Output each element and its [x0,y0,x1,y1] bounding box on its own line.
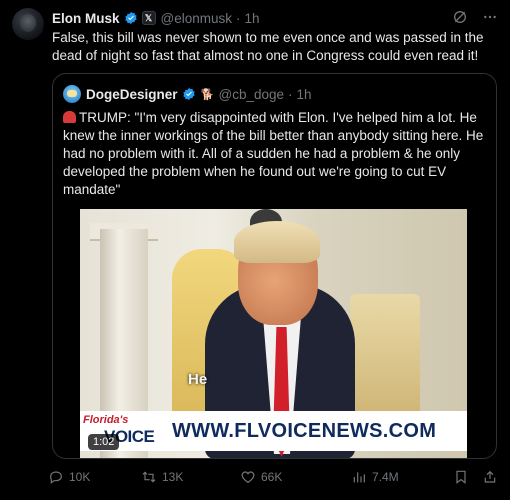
verified-badge-icon [124,11,137,25]
heart-icon [241,471,255,484]
reply-count: 10K [69,470,91,484]
post-time[interactable]: 1h [245,11,260,26]
more-options-icon[interactable] [482,9,498,25]
logo-text-top: Florida's [83,414,129,426]
repost-count: 13K [162,470,184,484]
bookmark-icon [456,470,466,484]
repost-icon [142,471,156,483]
siren-icon [63,111,76,123]
like-button[interactable]: 66K [240,469,282,485]
doge-emoji-icon: 🐕 [200,88,215,101]
action-bar: 10K 13K 66K 7.4M [48,469,498,487]
tweet-header: Elon Musk 𝕏 @elonmusk · 1h [52,9,498,27]
verified-badge-icon [182,87,195,101]
chair-right [350,294,420,424]
quote-author-handle[interactable]: @cb_doge [219,87,285,102]
quote-text: TRUMP: "I'm very disappointed with Elon.… [63,109,488,199]
bookmark-button[interactable] [453,469,474,485]
repost-button[interactable]: 13K [141,469,183,485]
x-affiliate-icon: 𝕏 [141,11,156,25]
quote-text-body: TRUMP: "I'm very disappointed with Elon.… [63,110,484,197]
analytics-icon [353,472,365,483]
tweet-text: False, this bill was never shown to me e… [52,30,484,63]
quoted-tweet[interactable]: DogeDesigner 🐕 @cb_doge · 1h TRUMP: "I'm… [52,73,497,459]
banner-url: WWW.FLVOICENEWS.COM [172,420,437,442]
separator: · [288,86,293,102]
reply-button[interactable]: 10K [48,469,90,485]
video-player[interactable]: He Florida's VOICE WWW.FLVOICENEWS.COM 1… [80,209,467,458]
author-name[interactable]: Elon Musk [52,11,120,26]
views-button[interactable]: 7.4M [351,469,399,485]
quote-time[interactable]: 1h [297,87,312,102]
quote-avatar[interactable] [63,85,81,103]
quote-author-name[interactable]: DogeDesigner [86,87,178,102]
news-banner: Florida's VOICE WWW.FLVOICENEWS.COM [80,411,467,451]
grok-icon[interactable] [452,9,468,25]
share-button[interactable] [482,469,503,485]
author-handle[interactable]: @elonmusk [161,11,232,26]
video-timestamp: 1:02 [88,434,120,450]
share-icon [484,470,496,483]
view-count: 7.4M [372,470,399,484]
video-caption: He [188,371,208,388]
separator: · [236,10,241,26]
person-hair [234,221,320,263]
tweet[interactable]: Elon Musk 𝕏 @elonmusk · 1h False, this b… [0,0,510,500]
like-count: 66K [261,470,283,484]
avatar[interactable] [12,8,44,40]
quote-header: DogeDesigner 🐕 @cb_doge · 1h [63,84,312,104]
reply-icon [50,471,62,484]
